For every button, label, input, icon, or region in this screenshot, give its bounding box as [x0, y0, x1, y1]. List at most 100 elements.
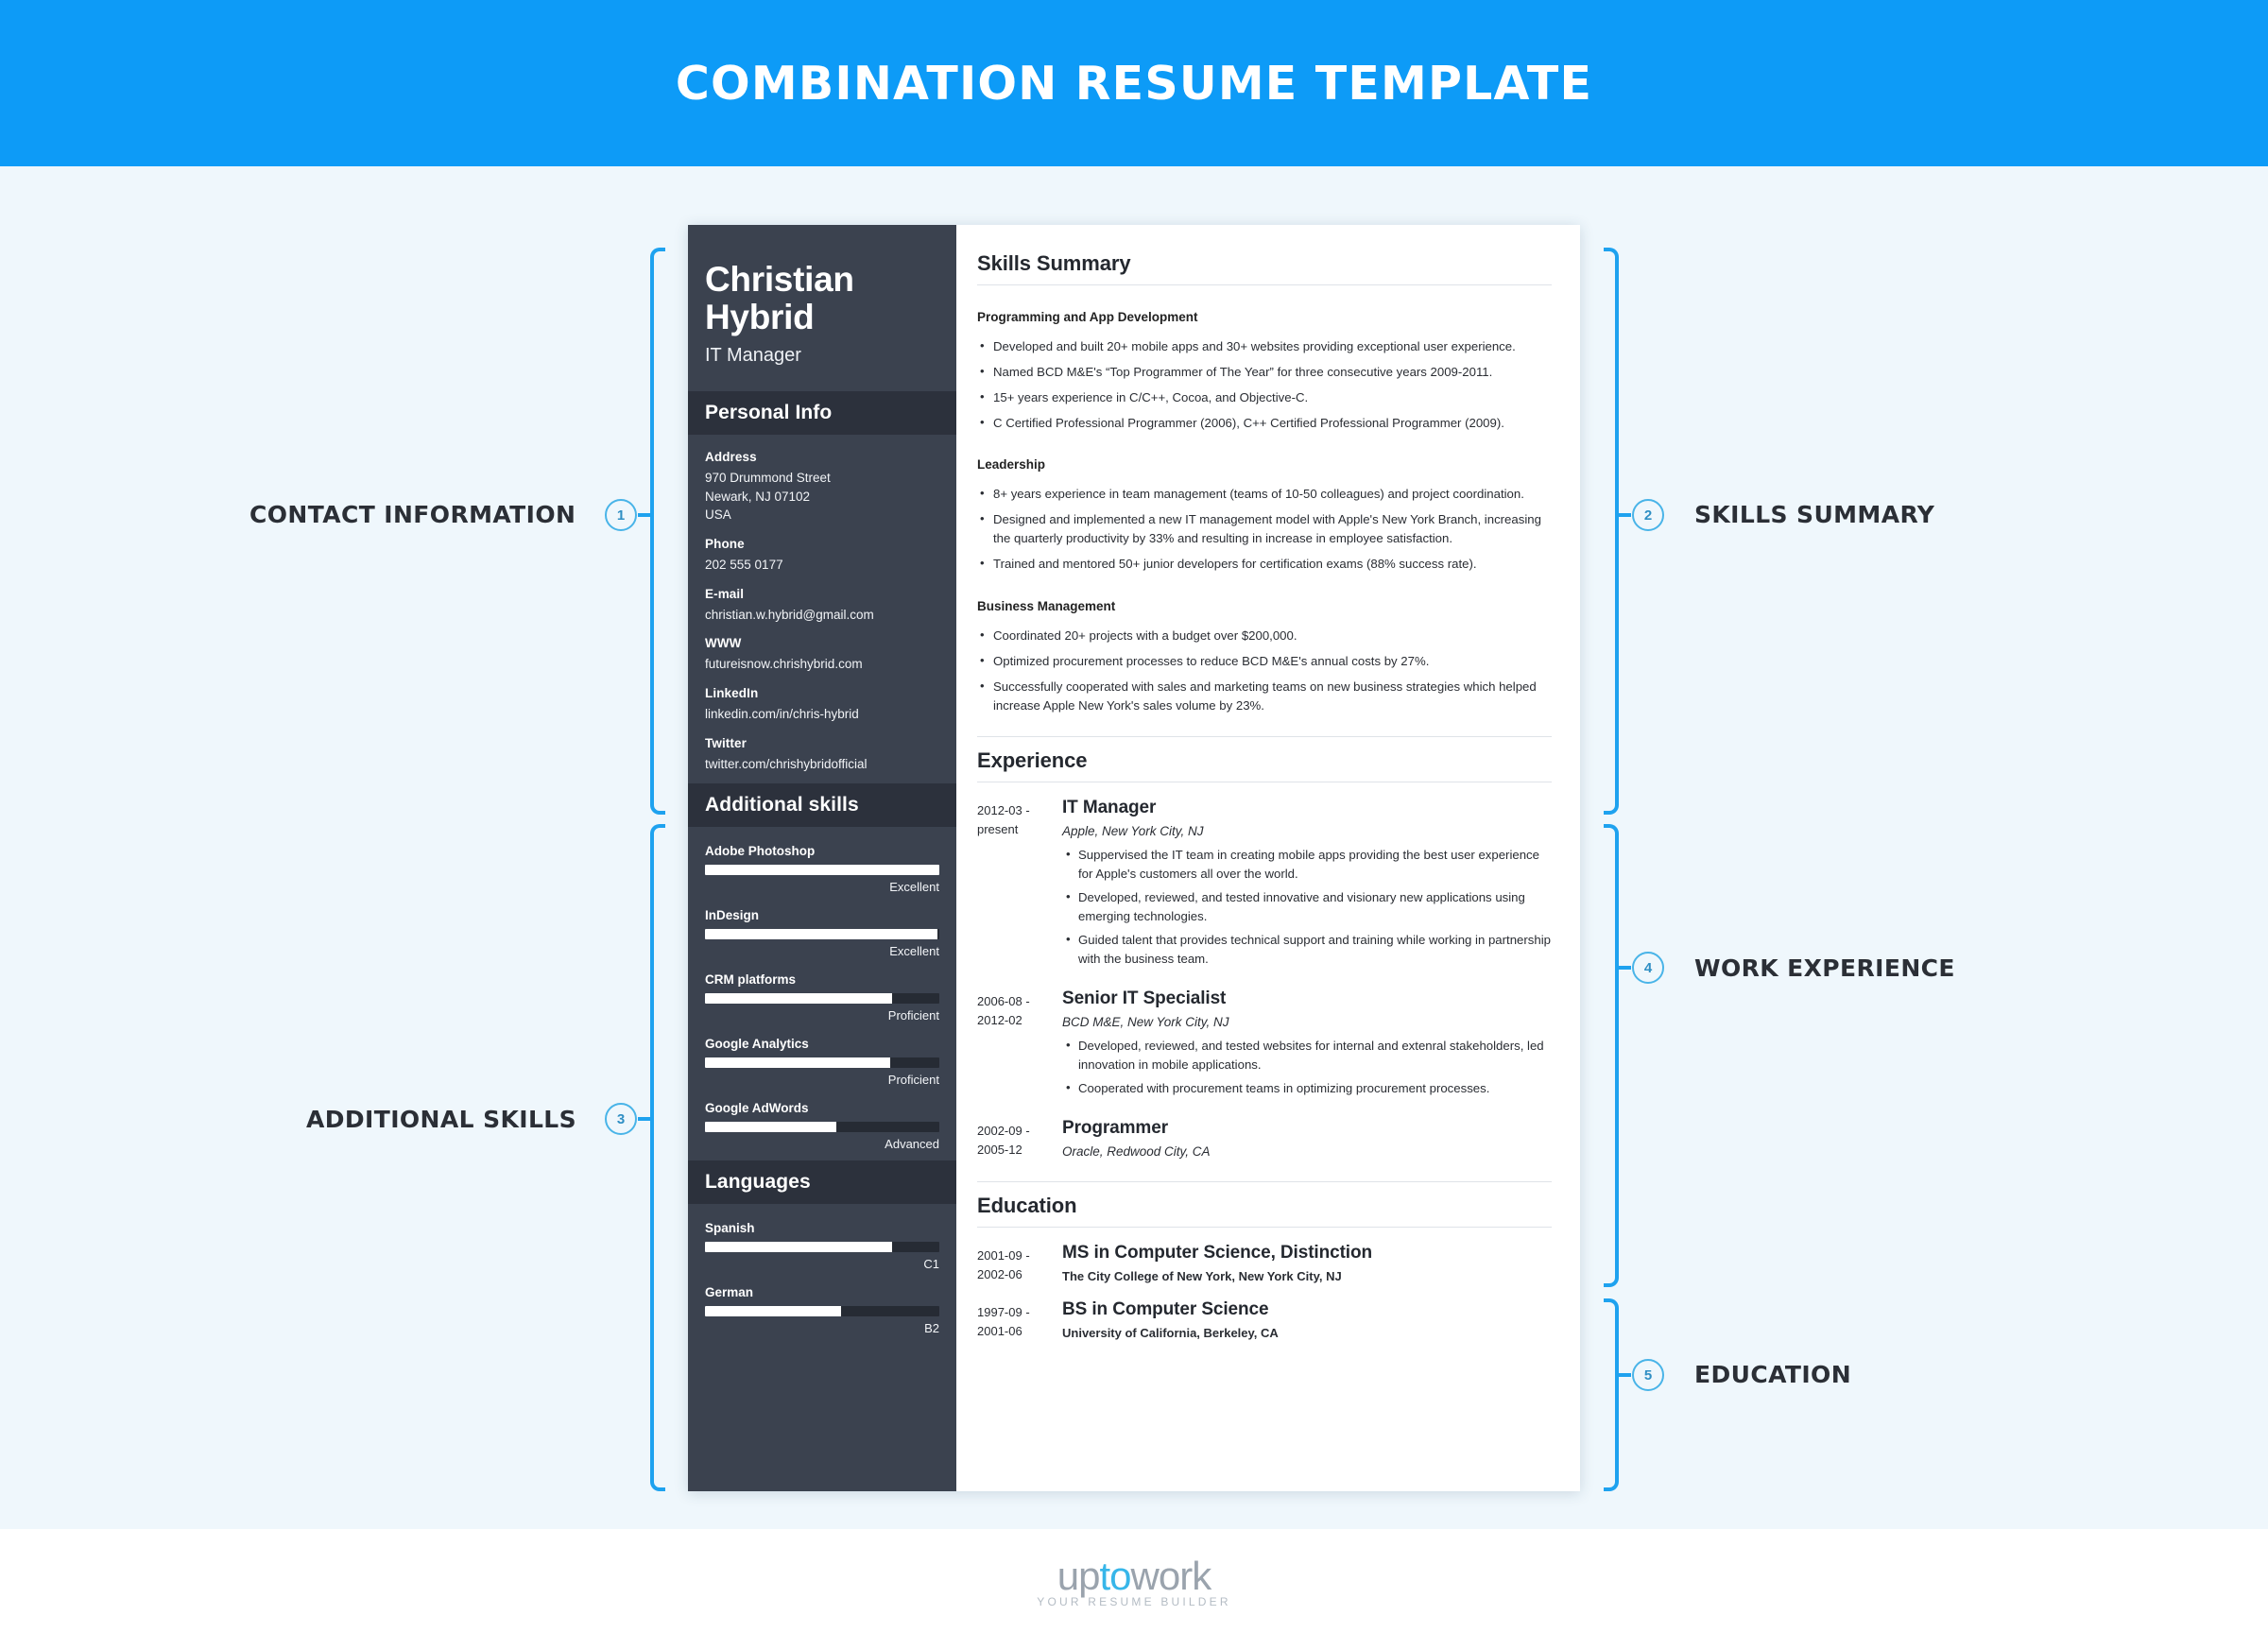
skills-bullet: Successfully cooperated with sales and m… [977, 677, 1552, 715]
contact-label: WWW [705, 636, 742, 651]
skill-item-bar-fill [705, 928, 937, 939]
skill-item-name: Google Analytics [705, 1036, 809, 1051]
skill-item-bar [705, 864, 939, 875]
skills-bullet: Coordinated 20+ projects with a budget o… [977, 625, 1552, 645]
skills-bullet: Named BCD M&E's “Top Programmer of The Y… [977, 362, 1552, 382]
education-entry-org: University of California, Berkeley, CA [1062, 1325, 1279, 1340]
annotation-bracket [1604, 824, 1619, 1287]
experience-entry-body: IT Manager Apple, New York City, NJ Supper… [1058, 798, 1552, 973]
contact-value: linkedin.com/in/chris-hybrid [705, 707, 859, 722]
experience-entry-org: BCD M&E, New York City, NJ [1062, 1015, 1229, 1030]
contact-label: E-mail [705, 586, 745, 601]
annotation-bracket [1604, 248, 1619, 815]
annotation-label-4: WORK EXPERIENCE [1694, 954, 1955, 982]
candidate-role: IT Manager [705, 344, 801, 366]
language-item-name: Spanish [705, 1220, 755, 1235]
skill-item: CRM platforms Proficient [705, 972, 939, 1023]
contact-label: Phone [705, 537, 745, 552]
language-item: Spanish C1 [705, 1221, 939, 1271]
skill-item-bar [705, 1121, 939, 1132]
contact-value: 970 Drummond Street Newark, NJ 07102 USA [705, 470, 831, 523]
contact-label: LinkedIn [705, 686, 759, 701]
education-entry-body: BS in Computer Science University of Cali… [1058, 1299, 1552, 1341]
skill-item: Adobe Photoshop Excellent [705, 844, 939, 894]
skills-group-bullets: Developed and built 20+ mobile apps and … [977, 336, 1552, 433]
education-entry-org: The City College of New York, New York C… [1062, 1268, 1342, 1283]
skill-item-name: Google AdWords [705, 1100, 809, 1115]
annotation-bracket-tick [638, 1117, 650, 1121]
skill-item-name: InDesign [705, 907, 760, 922]
skill-item-bar-fill [705, 1121, 836, 1132]
language-item-bar [705, 1305, 939, 1316]
candidate-name: Christian Hybrid [705, 260, 854, 336]
annotation-bracket [650, 824, 665, 1491]
contact-value: christian.w.hybrid@gmail.com [705, 607, 874, 622]
education-section: Education 2001-09 - 2002-06 MS in Compute… [977, 1180, 1552, 1342]
experience-entry-date: 2002-09 - 2005-12 [977, 1124, 1030, 1158]
page-banner: COMBINATION RESUME TEMPLATE [0, 0, 2268, 166]
experience-title: Experience [977, 735, 1552, 782]
annotation-bracket [650, 248, 665, 815]
annotation-number-4: 4 [1632, 952, 1664, 984]
banner-title: COMBINATION RESUME TEMPLATE [675, 56, 1593, 111]
experience-entry: 2002-09 - 2005-12 Programmer Oracle, Redwo… [977, 1118, 1552, 1160]
education-entry-title: MS in Computer Science, Distinction [1062, 1242, 1372, 1263]
uptowork-logo: uptowork [1057, 1554, 1211, 1599]
annotation-number-1: 1 [605, 499, 637, 531]
education-entry-date: 2001-09 - 2002-06 [977, 1247, 1030, 1281]
logo-part-work: work [1130, 1554, 1212, 1598]
education-title: Education [977, 1180, 1552, 1228]
contact-label: Twitter [705, 735, 747, 750]
experience-bullet: Developed, reviewed, and tested innovati… [1062, 887, 1552, 926]
skills-bullet: 15+ years experience in C/C++, Cocoa, an… [977, 387, 1552, 407]
language-item-level: C1 [923, 1256, 939, 1271]
skill-item-bar [705, 992, 939, 1004]
skill-item-level: Proficient [887, 1007, 939, 1023]
experience-entry-title: Programmer [1062, 1118, 1168, 1139]
skill-item-name: Adobe Photoshop [705, 843, 816, 858]
experience-entry-org: Apple, New York City, NJ [1062, 823, 1204, 838]
candidate-header: Christian Hybrid IT Manager [688, 225, 956, 391]
annotation-label-3: ADDITIONAL SKILLS [306, 1106, 577, 1133]
logo-tagline: YOUR RESUME BUILDER [1037, 1595, 1231, 1608]
language-item-level: B2 [924, 1320, 939, 1335]
skills-group-heading: Leadership [977, 457, 1046, 473]
skills-bullet: Optimized procurement processes to reduc… [977, 651, 1552, 671]
language-item-name: German [705, 1284, 754, 1299]
skill-item-level: Excellent [889, 879, 939, 894]
annotation-bracket-tick [1619, 1373, 1631, 1377]
skill-item-level: Advanced [885, 1136, 939, 1151]
skills-summary-groups: Programming and App Development Developed… [977, 310, 1552, 715]
experience-entry-title: IT Manager [1062, 797, 1157, 817]
education-entry: 1997-09 - 2001-06 BS in Computer Science U… [977, 1299, 1552, 1341]
experience-entry-date: 2006-08 - 2012-02 [977, 994, 1030, 1028]
language-item-bar-fill [705, 1241, 893, 1252]
experience-entry-bullets: Suppervised the IT team in creating mobi… [1062, 845, 1552, 969]
experience-entry-body: Programmer Oracle, Redwood City, CA [1058, 1118, 1552, 1160]
languages-heading: Languages [688, 1160, 956, 1204]
resume-sidebar: Christian Hybrid IT Manager Personal Inf… [688, 225, 956, 1491]
experience-bullet: Guided talent that provides technical su… [1062, 930, 1552, 969]
resume-card: Christian Hybrid IT Manager Personal Inf… [688, 225, 1580, 1491]
experience-entries: 2012-03 - present IT Manager Apple, New Yo… [977, 798, 1552, 1160]
experience-entry: 2012-03 - present IT Manager Apple, New Yo… [977, 798, 1552, 973]
skills-group-heading: Programming and App Development [977, 310, 1198, 324]
additional-skills-list: Adobe Photoshop Excellent InDesign Excellen… [688, 827, 956, 1160]
skill-item-level: Proficient [887, 1072, 939, 1087]
logo-part-up: up [1057, 1554, 1101, 1598]
experience-entry-title: Senior IT Specialist [1062, 988, 1227, 1009]
annotation-bracket-tick [638, 513, 650, 517]
experience-bullet: Suppervised the IT team in creating mobi… [1062, 845, 1552, 884]
annotation-label-2: SKILLS SUMMARY [1694, 501, 1935, 528]
skill-item-bar [705, 1057, 939, 1068]
contact-value: twitter.com/chrishybridofficial [705, 756, 868, 771]
education-entry-date: 1997-09 - 2001-06 [977, 1304, 1030, 1339]
skill-item: InDesign Excellent [705, 908, 939, 958]
skill-item: Google AdWords Advanced [705, 1101, 939, 1151]
skill-item-bar [705, 928, 939, 939]
resume-main: Skills Summary Programming and App Devel… [956, 225, 1580, 1491]
experience-entry-org: Oracle, Redwood City, CA [1062, 1144, 1211, 1160]
skill-item-level: Excellent [889, 943, 939, 958]
skills-group-bullets: 8+ years experience in team management (… [977, 484, 1552, 574]
personal-info-heading: Personal Info [688, 390, 956, 435]
